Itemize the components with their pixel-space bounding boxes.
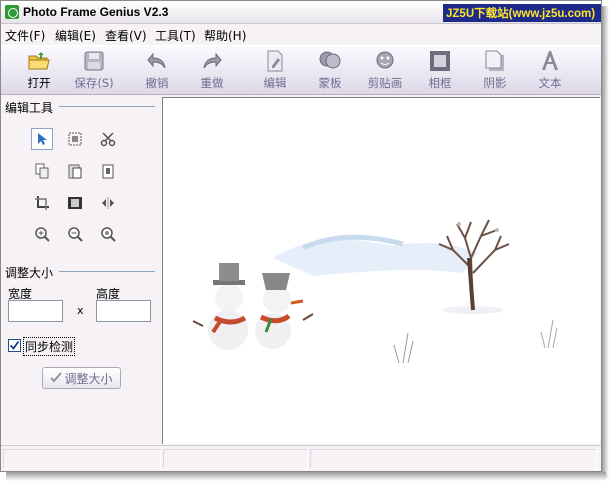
clipart-icon	[376, 51, 394, 69]
height-input[interactable]	[96, 300, 151, 322]
left-panel: 编辑工具 调整大小 宽度 高度 x 同步检测 调整大小	[1, 97, 161, 445]
flip-icon	[102, 197, 114, 209]
clipart-button[interactable]: 剪贴画	[362, 49, 408, 93]
mask-icon	[319, 51, 341, 69]
zoom-out-tool[interactable]	[64, 223, 86, 245]
sync-checkbox[interactable]	[8, 339, 21, 352]
menu-view[interactable]: 查看(V)	[105, 27, 147, 44]
window-shadow	[6, 472, 606, 481]
checkmark-icon	[9, 340, 20, 350]
save-disk-icon	[84, 51, 104, 71]
shadow-button[interactable]: 阴影	[472, 49, 518, 93]
shadow-icon	[485, 50, 504, 71]
watermark-badge: JZ5U下载站(www.jz5u.com)	[443, 4, 601, 22]
redo-arrow-icon	[203, 52, 222, 69]
pointer-arrow-icon	[38, 133, 47, 145]
zoom-fit-tool[interactable]	[97, 223, 119, 245]
width-input[interactable]	[8, 300, 63, 322]
flip-tool[interactable]	[97, 192, 119, 214]
paste-special-tool[interactable]	[97, 160, 119, 182]
status-panel	[3, 449, 161, 469]
divider	[59, 271, 155, 272]
menu-bar: 文件(F) 编辑(E) 查看(V) 工具(T) 帮助(H)	[1, 25, 601, 45]
resize-button-label: 调整大小	[64, 371, 113, 386]
open-button[interactable]: 打开	[16, 49, 62, 93]
cut-tool[interactable]	[97, 128, 119, 150]
menu-edit[interactable]: 编辑(E)	[55, 27, 96, 44]
pointer-tool[interactable]	[31, 128, 53, 150]
title-bar[interactable]: Photo Frame Genius V2.3 JZ5U下载站(www.jz5u…	[1, 1, 601, 24]
window-shadow	[602, 6, 609, 478]
frame-fit-tool[interactable]	[64, 192, 86, 214]
photo-frame-icon	[430, 51, 450, 71]
edit-button[interactable]: 编辑	[252, 49, 298, 93]
paste-special-icon	[102, 164, 114, 179]
size-separator: x	[77, 304, 84, 317]
menu-tools[interactable]: 工具(T)	[155, 27, 196, 44]
snow-scene-image	[192, 219, 558, 364]
undo-arrow-icon	[147, 52, 166, 69]
zoom-out-icon	[68, 227, 83, 242]
status-panel	[163, 449, 308, 469]
zoom-in-tool[interactable]	[31, 223, 53, 245]
resize-button[interactable]: 调整大小	[42, 367, 121, 389]
divider	[59, 106, 155, 107]
undo-button[interactable]: 撤销	[134, 49, 180, 93]
menu-file[interactable]: 文件(F)	[5, 27, 45, 44]
app-window: Photo Frame Genius V2.3 JZ5U下载站(www.jz5u…	[0, 0, 602, 472]
redo-button[interactable]: 重做	[189, 49, 235, 93]
copy-icon	[35, 163, 49, 179]
zoom-in-icon	[35, 227, 50, 242]
image-canvas[interactable]	[162, 97, 600, 444]
paste-tool[interactable]	[64, 160, 86, 182]
zoom-fit-icon	[101, 227, 116, 242]
checkmark-icon	[50, 372, 63, 383]
mask-button[interactable]: 蒙板	[307, 49, 353, 93]
main-toolbar: 打开 保存(S) 撤销 重做 编辑 蒙板 剪贴画 相框 阴影 文本	[1, 45, 601, 95]
frame-button[interactable]: 相框	[417, 49, 463, 93]
paste-icon	[68, 164, 82, 179]
status-panel	[310, 449, 597, 469]
text-button[interactable]: 文本	[527, 49, 573, 93]
app-logo-icon	[5, 5, 19, 19]
text-icon	[542, 51, 558, 70]
marquee-tool[interactable]	[64, 128, 86, 150]
scissors-cut-icon	[100, 132, 116, 147]
open-folder-icon	[28, 52, 50, 70]
crop-icon	[35, 196, 49, 210]
marquee-select-icon	[68, 132, 82, 146]
sync-label[interactable]: 同步检测	[23, 337, 76, 356]
menu-help[interactable]: 帮助(H)	[204, 27, 246, 44]
window-title: Photo Frame Genius V2.3	[23, 5, 169, 19]
crop-tool[interactable]	[31, 192, 53, 214]
edit-document-icon	[267, 50, 283, 72]
status-bar	[1, 445, 601, 471]
resize-header: 调整大小	[5, 266, 54, 280]
save-button[interactable]: 保存(S)	[71, 49, 117, 93]
edit-tools-header: 编辑工具	[5, 101, 54, 115]
frame-fit-icon	[68, 197, 82, 209]
copy-tool[interactable]	[31, 160, 53, 182]
